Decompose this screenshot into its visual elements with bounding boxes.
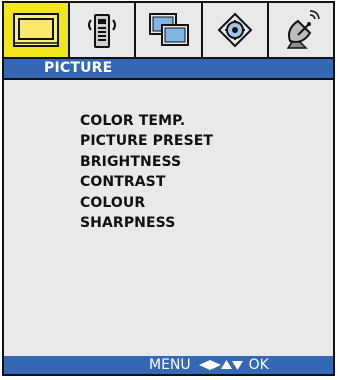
arrow-down-icon xyxy=(231,361,243,370)
menu-item-sharpness[interactable]: SHARPNESS xyxy=(80,213,213,233)
settings-diamond-icon xyxy=(217,12,253,48)
osd-menu-frame: PICTURE COLOR TEMP. PICTURE PRESET BRIGH… xyxy=(2,1,335,376)
tab-sound[interactable] xyxy=(70,3,137,57)
picture-settings-list: COLOR TEMP. PICTURE PRESET BRIGHTNESS CO… xyxy=(80,111,213,233)
menu-item-picture-preset[interactable]: PICTURE PRESET xyxy=(80,131,213,151)
tab-setup[interactable] xyxy=(136,3,203,57)
menu-item-contrast[interactable]: CONTRAST xyxy=(80,172,213,192)
menu-item-color-temp[interactable]: COLOR TEMP. xyxy=(80,111,213,131)
dual-screen-icon xyxy=(148,13,189,46)
category-tab-bar xyxy=(4,3,334,59)
tv-monitor-icon xyxy=(13,13,60,47)
arrow-left-icon xyxy=(198,360,210,370)
menu-key-label: MENU xyxy=(149,357,191,373)
menu-title-bar: PICTURE xyxy=(4,59,333,80)
ok-key-label: OK xyxy=(248,357,269,373)
arrow-up-icon xyxy=(220,360,232,369)
navigation-hint: MENU OK xyxy=(149,356,269,374)
tab-channel[interactable] xyxy=(268,3,334,57)
tab-picture[interactable] xyxy=(4,3,71,57)
arrow-right-icon xyxy=(209,360,221,370)
menu-item-colour[interactable]: COLOUR xyxy=(80,193,213,213)
menu-title: PICTURE xyxy=(44,60,113,76)
menu-item-brightness[interactable]: BRIGHTNESS xyxy=(80,152,213,172)
remote-speaker-icon xyxy=(88,14,117,48)
navigation-hint-bar: MENU OK xyxy=(4,356,333,374)
satellite-dish-icon xyxy=(286,10,320,49)
navigation-arrows xyxy=(198,360,243,370)
tab-features[interactable] xyxy=(202,3,269,57)
